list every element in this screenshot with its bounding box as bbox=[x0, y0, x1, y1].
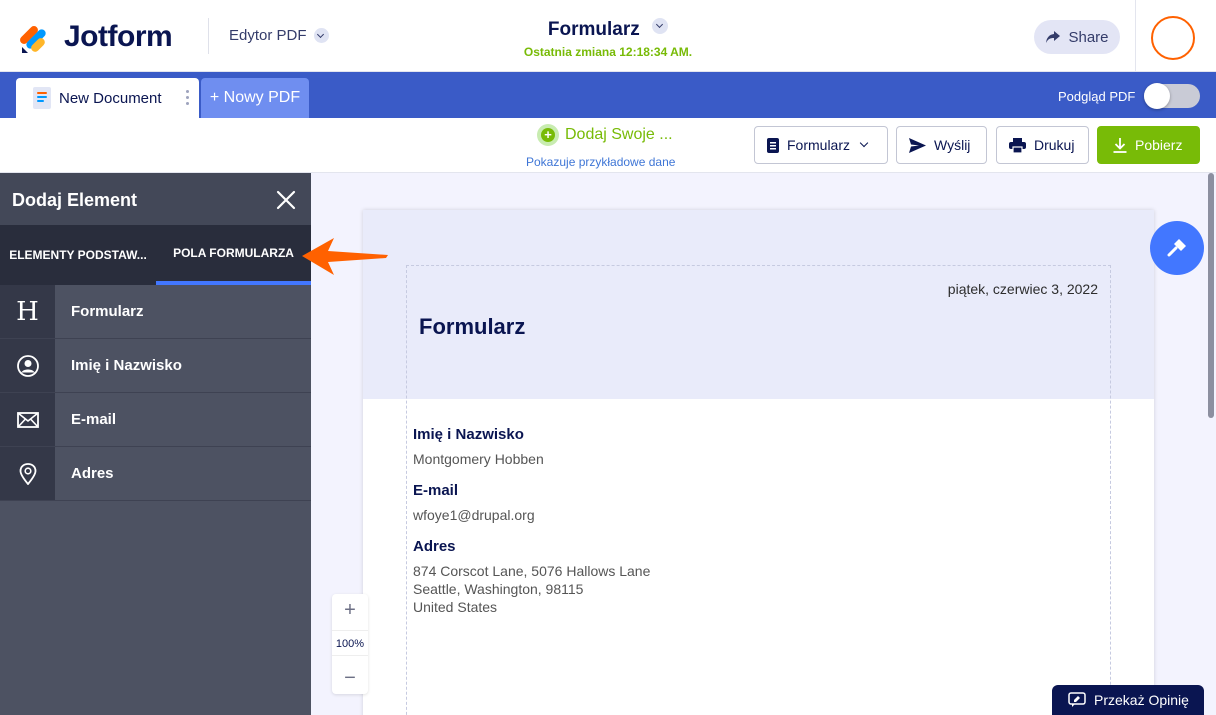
tab-label: New Document bbox=[59, 89, 162, 107]
zoom-in-button[interactable]: + bbox=[332, 596, 368, 624]
last-change-status: Ostatnia zmiana 12:18:34 AM. bbox=[523, 45, 693, 59]
print-button[interactable]: Drukuj bbox=[996, 126, 1089, 164]
panel-item-label: E-mail bbox=[71, 411, 117, 428]
canvas-scrollbar[interactable] bbox=[1206, 173, 1216, 715]
add-your-label: Dodaj Swoje ... bbox=[565, 126, 673, 143]
field-label-email[interactable]: E-mail bbox=[413, 482, 458, 499]
share-arrow-icon bbox=[1046, 31, 1061, 43]
form-select-button[interactable]: Formularz bbox=[754, 126, 888, 164]
designer-button[interactable] bbox=[1150, 221, 1204, 275]
pdf-preview-toggle[interactable] bbox=[1144, 83, 1200, 109]
sample-data-link[interactable]: Pokazuje przykładowe dane bbox=[526, 155, 675, 169]
document-title-text: Formularz bbox=[547, 19, 640, 40]
field-value-address-line2: Seattle, Washington, 98115 bbox=[413, 581, 584, 597]
zoom-level: 100% bbox=[332, 630, 368, 656]
plus-circle-icon: + bbox=[537, 124, 559, 146]
send-button[interactable]: Wyślij bbox=[896, 126, 987, 164]
toolbar: + Dodaj Swoje ... Pokazuje przykładowe d… bbox=[0, 118, 1216, 173]
panel-item-email[interactable]: E-mail bbox=[0, 393, 311, 447]
field-value-name: Montgomery Hobben bbox=[413, 451, 544, 467]
document-date[interactable]: piątek, czerwiec 3, 2022 bbox=[948, 281, 1098, 297]
header-divider-right bbox=[1135, 0, 1136, 72]
orange-arrow-pointer bbox=[302, 238, 388, 275]
close-icon[interactable] bbox=[275, 189, 297, 211]
pdf-preview-label: Podgląd PDF bbox=[1058, 89, 1136, 104]
printer-icon bbox=[1009, 137, 1026, 153]
download-icon bbox=[1113, 137, 1127, 153]
zoom-out-button[interactable]: − bbox=[332, 664, 368, 692]
tab-new-document[interactable]: New Document bbox=[16, 78, 199, 118]
scrollbar-thumb[interactable] bbox=[1208, 173, 1214, 418]
document-tab-strip: New Document + Nowy PDF Podgląd PDF bbox=[0, 72, 1216, 118]
panel-item-label: Adres bbox=[71, 465, 114, 482]
pdf-canvas[interactable]: piątek, czerwiec 3, 2022 Formularz Imię … bbox=[311, 173, 1206, 715]
panel-item-label: Formularz bbox=[71, 303, 144, 320]
share-button[interactable]: Share bbox=[1034, 20, 1120, 54]
paint-roller-icon bbox=[1167, 239, 1186, 257]
panel-title: Dodaj Element bbox=[12, 190, 138, 210]
download-button[interactable]: Pobierz bbox=[1097, 126, 1200, 164]
location-pin-icon bbox=[0, 447, 55, 500]
add-your-button[interactable]: + Dodaj Swoje ... bbox=[537, 124, 673, 146]
zoom-control: + 100% − bbox=[332, 594, 368, 694]
document-icon bbox=[33, 87, 51, 109]
feedback-icon bbox=[1068, 692, 1086, 707]
tab-basic-elements[interactable]: ELEMENTY PODSTAW... bbox=[0, 225, 156, 285]
panel-item-form[interactable]: H Formularz bbox=[0, 285, 311, 339]
panel-item-label: Imię i Nazwisko bbox=[71, 357, 182, 374]
new-pdf-button[interactable]: + Nowy PDF bbox=[201, 78, 309, 118]
field-label-name[interactable]: Imię i Nazwisko bbox=[413, 426, 524, 443]
send-label: Wyślij bbox=[934, 137, 971, 153]
pdf-page[interactable]: piątek, czerwiec 3, 2022 Formularz Imię … bbox=[363, 210, 1154, 715]
panel-header: Dodaj Element bbox=[0, 173, 311, 225]
avatar[interactable] bbox=[1151, 16, 1195, 60]
panel-item-address[interactable]: Adres bbox=[0, 447, 311, 501]
field-value-address-line1: 874 Corscot Lane, 5076 Hallows Lane bbox=[413, 563, 651, 579]
tab-form-fields[interactable]: POLA FORMULARZA bbox=[156, 225, 311, 285]
feedback-label: Przekaż Opinię bbox=[1094, 692, 1189, 708]
user-icon bbox=[0, 339, 55, 392]
form-select-label: Formularz bbox=[787, 137, 851, 153]
form-title[interactable]: Formularz bbox=[419, 314, 525, 340]
form-icon bbox=[767, 137, 779, 153]
add-element-panel: Dodaj Element ELEMENTY PODSTAW... POLA F… bbox=[0, 173, 311, 715]
field-value-address-line3: United States bbox=[413, 599, 498, 615]
more-options-icon[interactable] bbox=[186, 90, 190, 108]
envelope-icon bbox=[0, 393, 55, 446]
chevron-down-icon bbox=[859, 138, 869, 148]
download-label: Pobierz bbox=[1135, 137, 1183, 153]
panel-item-full-name[interactable]: Imię i Nazwisko bbox=[0, 339, 311, 393]
field-label-address[interactable]: Adres bbox=[413, 538, 456, 555]
feedback-button[interactable]: Przekaż Opinię bbox=[1052, 685, 1204, 715]
field-value-email: wfoye1@drupal.org bbox=[413, 507, 535, 523]
share-label: Share bbox=[1068, 28, 1109, 46]
top-bar: Jotform Edytor PDF Formularz Ostatnia zm… bbox=[0, 0, 1216, 72]
print-label: Drukuj bbox=[1034, 137, 1075, 153]
chevron-down-icon bbox=[652, 18, 669, 34]
heading-icon: H bbox=[0, 285, 55, 338]
panel-tabs: ELEMENTY PODSTAW... POLA FORMULARZA bbox=[0, 225, 311, 285]
send-icon bbox=[909, 137, 926, 153]
